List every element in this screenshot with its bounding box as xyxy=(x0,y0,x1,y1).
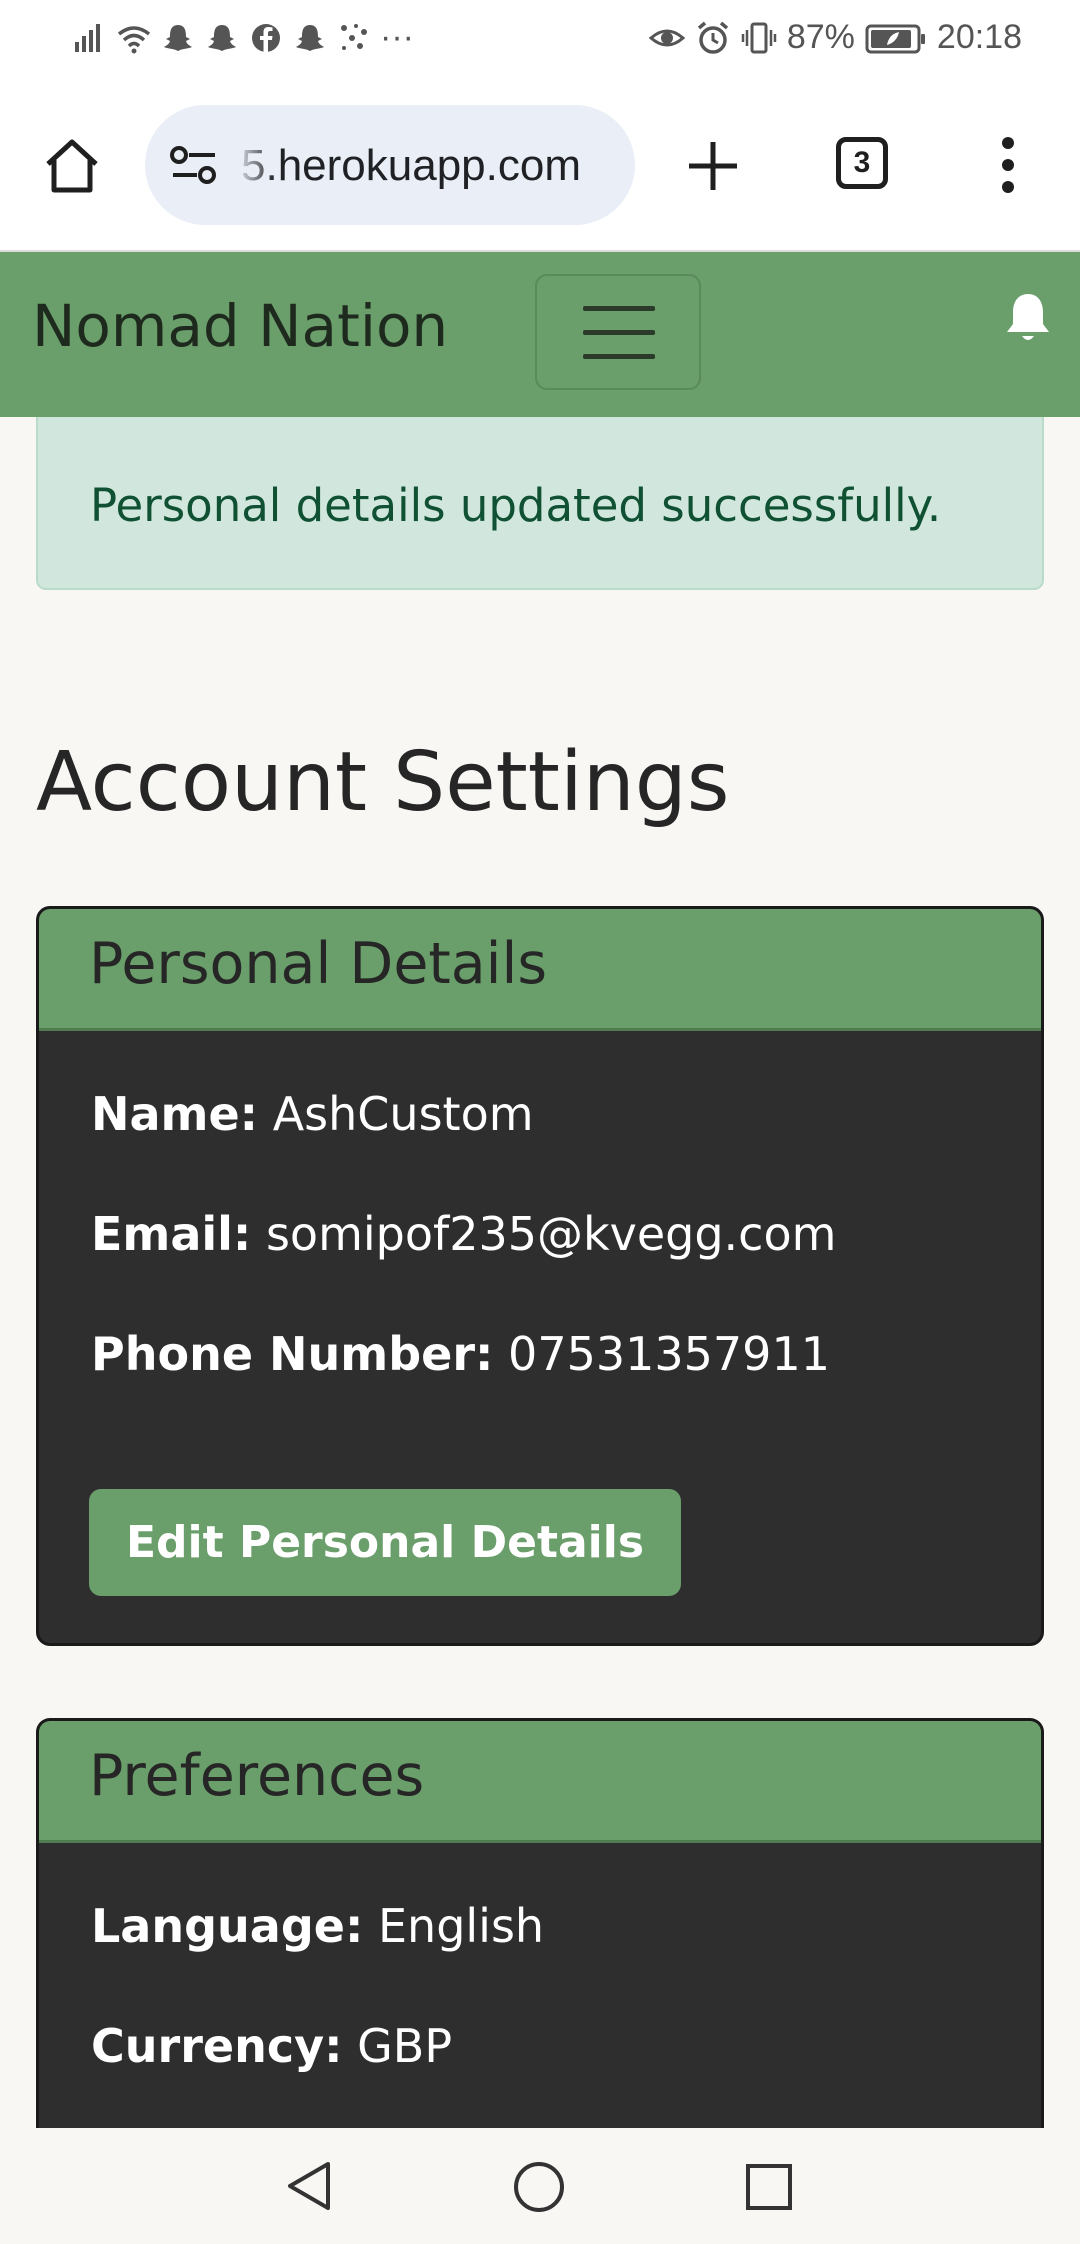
card-title: Personal Details xyxy=(89,931,548,997)
language-label: Language: xyxy=(91,1899,364,1953)
status-bar: ··· 87% 20:18 xyxy=(0,0,1080,80)
card-title: Preferences xyxy=(89,1743,425,1809)
back-icon[interactable] xyxy=(284,2158,334,2214)
new-tab-icon[interactable] xyxy=(685,138,741,194)
currency-label: Currency: xyxy=(91,2019,343,2073)
alert-message: Personal details updated successfully. xyxy=(90,479,942,532)
home-circle-icon[interactable] xyxy=(512,2160,566,2214)
hamburger-line xyxy=(583,306,655,311)
address-bar[interactable]: 5.herokuapp.com xyxy=(145,105,635,225)
tab-switcher-button[interactable]: 3 xyxy=(836,137,888,189)
snapchat-icon xyxy=(208,24,236,51)
language-row: Language: English xyxy=(91,1899,544,1953)
recents-icon[interactable] xyxy=(744,2162,794,2212)
navbar-toggler-button[interactable] xyxy=(535,274,701,390)
page-title: Account Settings xyxy=(36,735,730,830)
sparkle-dots-icon xyxy=(341,23,367,50)
phone-value: 07531357911 xyxy=(508,1327,830,1381)
snapchat-icon xyxy=(164,24,192,51)
name-value: AshCustom xyxy=(272,1087,534,1141)
name-row: Name: AshCustom xyxy=(91,1087,534,1141)
email-row: Email: somipof235@kvegg.com xyxy=(91,1207,836,1261)
edit-personal-details-button[interactable]: Edit Personal Details xyxy=(89,1489,681,1596)
battery-icon xyxy=(865,24,925,53)
status-system: 87% 20:18 xyxy=(648,18,1022,57)
status-notifications: ··· xyxy=(72,18,414,57)
notification-bell-icon[interactable] xyxy=(1003,290,1053,346)
currency-value: GBP xyxy=(357,2019,453,2073)
signal-icon xyxy=(75,23,100,52)
system-navigation-bar xyxy=(0,2128,1080,2244)
currency-row: Currency: GBP xyxy=(91,2019,452,2073)
hamburger-line xyxy=(583,330,655,335)
facebook-icon xyxy=(252,23,280,52)
eye-icon xyxy=(648,29,685,46)
name-label: Name: xyxy=(91,1087,259,1141)
site-settings-icon[interactable] xyxy=(169,143,219,189)
email-label: Email: xyxy=(91,1207,252,1261)
hamburger-line xyxy=(583,354,655,359)
snapchat-icon xyxy=(296,24,324,51)
language-value: English xyxy=(377,1899,545,1953)
alarm-icon xyxy=(697,21,728,54)
browser-toolbar: 5.herokuapp.com 3 xyxy=(0,80,1080,252)
brand-logo-text[interactable]: Nomad Nation xyxy=(32,292,448,360)
more-notifications-indicator: ··· xyxy=(380,18,414,56)
url-fade xyxy=(235,105,275,225)
card-header: Personal Details xyxy=(39,909,1041,1031)
url-text[interactable]: 5.herokuapp.com xyxy=(241,141,581,191)
clock: 20:18 xyxy=(936,18,1022,56)
card-header: Preferences xyxy=(39,1721,1041,1843)
wifi-icon xyxy=(117,25,151,53)
phone-row: Phone Number: 07531357911 xyxy=(91,1327,830,1381)
more-menu-icon[interactable] xyxy=(996,136,1020,194)
email-value: somipof235@kvegg.com xyxy=(265,1207,837,1261)
vibrate-icon xyxy=(741,22,777,53)
battery-percent: 87% xyxy=(786,18,855,56)
personal-details-card: Personal Details Name: AshCustom Email: … xyxy=(36,906,1044,1646)
success-alert: Personal details updated successfully. xyxy=(36,417,1044,590)
home-icon[interactable] xyxy=(40,134,104,198)
site-navbar: Nomad Nation xyxy=(0,252,1080,417)
phone-label: Phone Number: xyxy=(91,1327,494,1381)
